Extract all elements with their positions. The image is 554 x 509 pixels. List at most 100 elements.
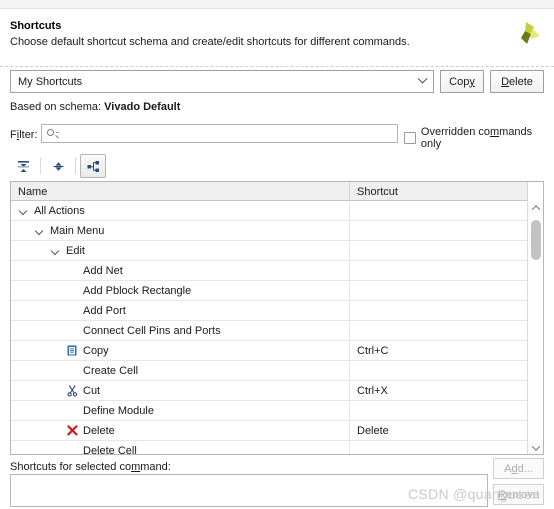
row-shortcut-cell — [350, 301, 528, 321]
row-name-cell: All Actions — [11, 201, 350, 221]
chevron-down-icon[interactable] — [33, 224, 46, 237]
delete-schema-button[interactable]: Delete — [490, 70, 544, 93]
overridden-commands-checkbox[interactable]: Overridden commands only — [404, 126, 554, 150]
row-name-cell: Add Pblock Rectangle — [11, 280, 350, 301]
row-shortcut-cell: Ctrl+X — [357, 384, 388, 397]
row-shortcut-cell: Ctrl+C — [357, 344, 389, 357]
row-label: Add Net — [83, 264, 123, 277]
row-name-cell: Define Module — [11, 400, 350, 421]
row-label: Define Module — [83, 404, 154, 417]
row-label: Main Menu — [50, 224, 105, 237]
toolbar-separator-1 — [40, 158, 41, 174]
row-shortcut-cell — [350, 281, 528, 301]
csdn-watermark: CSDN @quangueen — [408, 486, 541, 502]
table-row[interactable]: All Actions — [11, 201, 528, 221]
tree-hierarchy-icon[interactable] — [80, 154, 106, 178]
schema-row: My Shortcuts Copy Delete — [0, 70, 554, 94]
cut-icon — [65, 383, 80, 398]
shortcut-schema-dropdown[interactable]: My Shortcuts — [10, 70, 434, 93]
table-row[interactable]: Create Cell — [11, 360, 528, 381]
based-on-value: Vivado Default — [104, 101, 181, 113]
table-body: All Actions Main Menu Edit Add Net Add Pbloc… — [11, 201, 528, 455]
selected-command-shortcuts-label: Shortcuts for selected command: — [10, 461, 171, 473]
schema-selected-value: My Shortcuts — [18, 75, 83, 88]
search-icon — [46, 127, 59, 140]
table-row[interactable]: Add Net — [11, 260, 528, 281]
row-shortcut-cell — [350, 441, 528, 455]
table-row[interactable]: Define Module — [11, 400, 528, 421]
page-title: Shortcuts — [10, 20, 62, 32]
tree-toolbar — [10, 153, 108, 179]
row-name-cell: Delete Cell — [11, 440, 350, 455]
shortcuts-preferences-page: Shortcuts Choose default shortcut schema… — [0, 0, 554, 509]
vivado-pinwheel-logo-icon — [509, 18, 543, 52]
shortcuts-tree-table: Name Shortcut All Actions Main Menu Edit Ad… — [10, 181, 544, 455]
row-label: Cut — [83, 384, 101, 397]
filter-label: Filter: — [10, 129, 38, 141]
row-name-cell: Create Cell — [11, 360, 350, 381]
row-label: Create Cell — [83, 364, 139, 377]
table-row[interactable]: Delete Cell — [11, 440, 528, 455]
row-shortcut-cell — [350, 401, 528, 421]
column-header-filler — [528, 182, 543, 201]
checkbox-box-icon — [404, 132, 416, 144]
row-name-cell: Add Port — [11, 300, 350, 321]
page-header: Shortcuts Choose default shortcut schema… — [0, 9, 554, 67]
collapse-all-icon[interactable] — [10, 154, 36, 178]
row-label: All Actions — [34, 204, 85, 217]
column-header-name[interactable]: Name — [11, 182, 350, 201]
row-shortcut-cell — [350, 201, 528, 221]
row-name-cell: Copy — [11, 340, 350, 361]
row-label: Add Pblock Rectangle — [83, 284, 192, 297]
table-row[interactable]: Cut Ctrl+X — [11, 380, 528, 401]
table-row[interactable]: Add Port — [11, 300, 528, 321]
copy-schema-button[interactable]: Copy — [440, 70, 484, 93]
based-on-schema-text: Based on schema: Vivado Default — [10, 101, 180, 113]
row-name-cell: Add Net — [11, 260, 350, 281]
scrollbar-thumb[interactable] — [531, 220, 541, 260]
overridden-commands-label: Overridden commands only — [420, 126, 533, 150]
row-label: Copy — [83, 344, 109, 357]
row-shortcut-cell — [350, 321, 528, 341]
row-label: Add Port — [83, 304, 126, 317]
add-shortcut-button[interactable]: Add... — [493, 458, 544, 479]
row-shortcut-cell — [350, 261, 528, 281]
table-header-row: Name Shortcut — [11, 182, 543, 201]
copy-button-label: Copy — [449, 75, 475, 88]
table-row[interactable]: Connect Cell Pins and Ports — [11, 320, 528, 341]
row-shortcut-cell — [350, 361, 528, 381]
window-top-strip — [0, 0, 554, 9]
row-shortcut-cell — [350, 241, 528, 261]
table-row[interactable]: Main Menu — [11, 220, 528, 241]
column-header-shortcut[interactable]: Shortcut — [350, 182, 528, 201]
row-name-cell: Delete — [11, 420, 350, 441]
page-subtitle: Choose default shortcut schema and creat… — [10, 36, 410, 48]
row-shortcut-cell: Delete — [357, 424, 389, 437]
based-on-prefix: Based on schema: — [10, 101, 105, 113]
row-label: Delete Cell — [83, 444, 137, 455]
expand-all-icon[interactable] — [45, 154, 71, 178]
row-name-cell: Main Menu — [11, 220, 350, 241]
header-separator — [0, 66, 554, 67]
table-row[interactable]: Delete Delete — [11, 420, 528, 441]
chevron-up-icon[interactable] — [528, 201, 543, 215]
copy-icon — [65, 343, 80, 358]
chevron-down-icon[interactable] — [49, 244, 62, 257]
delete-button-label: Delete — [501, 75, 533, 88]
table-row[interactable]: Copy Ctrl+C — [11, 340, 528, 361]
toolbar-separator-2 — [75, 158, 76, 174]
delete-icon — [65, 423, 80, 438]
add-button-label: Add... — [504, 462, 533, 475]
row-name-cell: Edit — [11, 240, 350, 261]
table-vertical-scrollbar[interactable] — [527, 201, 543, 454]
table-row[interactable]: Add Pblock Rectangle — [11, 280, 528, 301]
row-label: Edit — [66, 244, 85, 257]
row-shortcut-cell — [350, 221, 528, 241]
table-row[interactable]: Edit — [11, 240, 528, 261]
row-label: Delete — [83, 424, 115, 437]
chevron-down-icon[interactable] — [528, 441, 543, 454]
chevron-down-icon[interactable] — [17, 204, 30, 217]
chevron-down-icon — [411, 71, 433, 92]
row-name-cell: Connect Cell Pins and Ports — [11, 320, 350, 341]
filter-input[interactable] — [41, 124, 398, 143]
